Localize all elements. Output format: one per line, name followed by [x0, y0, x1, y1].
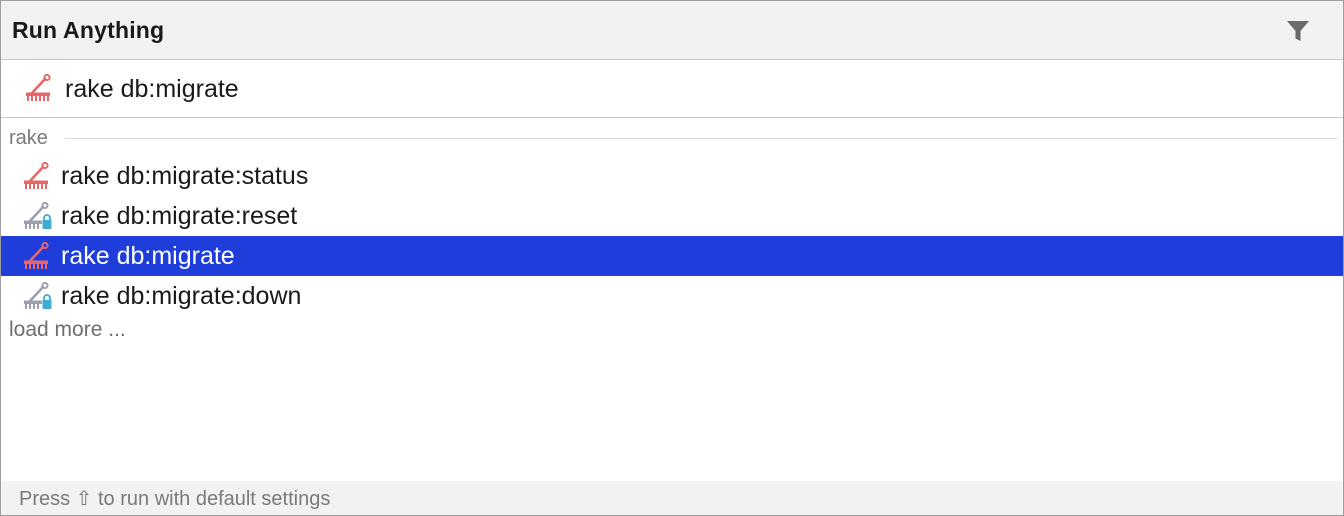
list-item-db-migrate-reset[interactable]: rake db:migrate:reset [1, 196, 1343, 236]
list-item-label: rake db:migrate:reset [61, 202, 298, 230]
popup-header: Run Anything [1, 1, 1343, 60]
results-list: rake db:migrate:status rake db:migrate:r… [1, 156, 1343, 316]
list-item-db-migrate[interactable]: rake db:migrate [1, 236, 1343, 276]
search-input[interactable] [65, 70, 1325, 108]
run-anything-popup: Run Anything rake db:migrate rake rake d… [0, 0, 1344, 516]
list-item-label: rake db:migrate:status [61, 162, 309, 190]
filter-funnel-icon [1287, 21, 1309, 41]
rake-locked-icon [24, 201, 52, 229]
group-label: rake [9, 127, 48, 149]
popup-title: Run Anything [12, 17, 165, 43]
list-item-db-migrate-down[interactable]: rake db:migrate:down [1, 276, 1343, 316]
rake-icon [24, 161, 49, 189]
footer-hint: Press ⇧ to run with default settings [19, 488, 331, 510]
list-item-db-migrate-status[interactable]: rake db:migrate:status [1, 156, 1343, 196]
search-row [1, 60, 1343, 118]
rake-locked-icon [24, 281, 52, 309]
list-item-label: rake db:migrate [61, 242, 235, 270]
popup-footer: Press ⇧ to run with default settings [1, 481, 1343, 515]
rake-icon [26, 73, 51, 101]
load-more-link[interactable]: load more ... [9, 318, 126, 342]
filter-button[interactable] [1281, 15, 1315, 47]
group-header-rake: rake [1, 125, 1343, 153]
group-separator [65, 138, 1337, 139]
rake-icon [24, 241, 49, 269]
list-item-label: rake db:migrate:down [61, 282, 302, 310]
